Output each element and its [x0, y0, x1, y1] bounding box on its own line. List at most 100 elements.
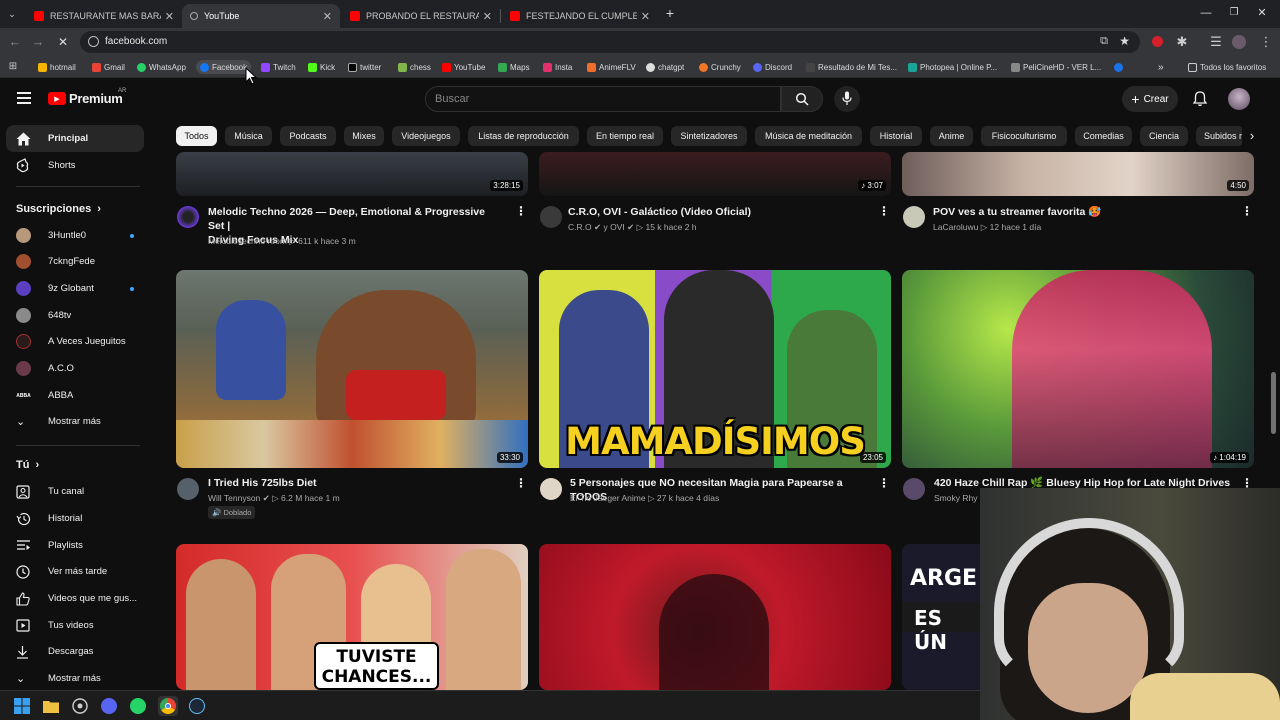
- sidebar-item-tu-canal[interactable]: Tu canal: [6, 478, 144, 505]
- close-icon[interactable]: ✕: [165, 10, 174, 23]
- chip-podcasts[interactable]: Podcasts: [280, 126, 336, 146]
- bookmark-gmail[interactable]: Gmail: [92, 60, 125, 74]
- bookmark-maps[interactable]: Maps: [498, 60, 530, 74]
- chip-listas[interactable]: Listas de reproducción: [468, 126, 579, 146]
- window-close-icon[interactable]: ✕: [1254, 5, 1270, 21]
- video-thumbnail[interactable]: 3:28:15: [176, 152, 528, 196]
- browser-tab-active[interactable]: YouTube ✕: [182, 4, 340, 28]
- bookmark-youtube[interactable]: YouTube: [442, 60, 485, 74]
- bookmark-extra[interactable]: [1114, 60, 1126, 74]
- whatsapp-icon[interactable]: [128, 696, 148, 716]
- subscription-item[interactable]: 648tv: [6, 302, 144, 329]
- more-actions-icon[interactable]: ⋮: [878, 476, 890, 490]
- chip-tiempo-real[interactable]: En tiempo real: [587, 126, 663, 146]
- app-icon[interactable]: [70, 696, 90, 716]
- video-thumbnail[interactable]: ♪ 1:04:19: [902, 270, 1254, 468]
- more-actions-icon[interactable]: ⋮: [878, 204, 890, 218]
- steam-icon[interactable]: [187, 696, 207, 716]
- page-scrollbar[interactable]: [1271, 372, 1276, 434]
- sidebar-item-shorts[interactable]: Shorts: [6, 152, 144, 179]
- apps-grid-icon[interactable]: ⊞: [5, 59, 21, 75]
- hamburger-menu-icon[interactable]: [17, 92, 31, 104]
- channel-avatar[interactable]: [177, 206, 199, 228]
- chip-ciencia[interactable]: Ciencia: [1140, 126, 1188, 146]
- sidebar-item-historial[interactable]: Historial: [6, 505, 144, 532]
- chip-videojuegos[interactable]: Videojuegos: [392, 126, 460, 146]
- chip-anime[interactable]: Anime: [930, 126, 973, 146]
- video-thumbnail[interactable]: [539, 544, 891, 690]
- video-thumbnail[interactable]: 4:50: [902, 152, 1254, 196]
- bookmark-photopea[interactable]: Photopea | Online P...: [908, 60, 997, 74]
- bookmark-discord[interactable]: Discord: [753, 60, 792, 74]
- sidebar-item-ver-mas-tarde[interactable]: Ver más tarde: [6, 558, 144, 585]
- windows-start-icon[interactable]: [12, 696, 32, 716]
- site-info-icon[interactable]: [88, 36, 99, 47]
- discord-icon[interactable]: [99, 696, 119, 716]
- close-icon[interactable]: ✕: [483, 10, 492, 23]
- channel-name[interactable]: Will Tennyson ✔: [208, 493, 270, 503]
- voice-search-button[interactable]: [834, 86, 860, 112]
- forward-icon[interactable]: →: [30, 34, 46, 50]
- search-input[interactable]: Buscar: [425, 86, 781, 112]
- sidebar-item-descargas[interactable]: Descargas: [6, 638, 144, 665]
- more-actions-icon[interactable]: ⋮: [515, 476, 527, 490]
- channel-name[interactable]: Smoky Rhy: [934, 493, 977, 503]
- channel-name[interactable]: C.R.O ✔ y OVI ✔: [568, 222, 634, 232]
- chips-next-arrow-icon[interactable]: ›: [1242, 126, 1262, 146]
- youtube-premium-logo[interactable]: ▶ Premium: [48, 91, 123, 106]
- subscription-item[interactable]: A Veces Jueguitos: [6, 328, 144, 355]
- search-button[interactable]: [781, 86, 823, 112]
- sidebar-item-tus-videos[interactable]: Tus videos: [6, 612, 144, 639]
- video-title[interactable]: I Tried His 725lbs Diet: [208, 476, 503, 490]
- back-icon[interactable]: ←: [7, 34, 23, 50]
- profile-avatar-icon[interactable]: [1232, 35, 1246, 49]
- browser-tab[interactable]: PROBANDO EL RESTAURANTE ✕: [342, 4, 500, 28]
- video-title[interactable]: C.R.O, OVI - Galáctico (Video Oficial): [568, 205, 868, 219]
- bookmark-twitter[interactable]: twitter: [348, 60, 381, 74]
- subscriptions-header[interactable]: Suscripciones ›: [16, 203, 101, 215]
- bookmark-star-icon[interactable]: ★: [1119, 34, 1130, 48]
- browser-menu-icon[interactable]: ⋮: [1258, 34, 1274, 50]
- file-explorer-icon[interactable]: [41, 696, 61, 716]
- bookmark-animeflv[interactable]: AnimeFLV: [587, 60, 636, 74]
- chip-historial[interactable]: Historial: [870, 126, 922, 146]
- extension-icon[interactable]: [1152, 36, 1163, 47]
- chip-mixes[interactable]: Mixes: [344, 126, 384, 146]
- bookmark-whatsapp[interactable]: WhatsApp: [137, 60, 186, 74]
- more-actions-icon[interactable]: ⋮: [1241, 204, 1253, 218]
- more-actions-icon[interactable]: ⋮: [515, 204, 527, 218]
- subscription-item[interactable]: ABBA ABBA: [6, 382, 144, 409]
- chip-sintetizadores[interactable]: Sintetizadores: [671, 126, 747, 146]
- browser-tab[interactable]: FESTEJANDO EL CUMPLEAÑOS ✕: [502, 4, 658, 28]
- install-app-icon[interactable]: ⧉: [1100, 35, 1108, 48]
- close-icon[interactable]: ✕: [323, 10, 332, 23]
- all-favorites[interactable]: Todos los favoritos: [1188, 60, 1266, 74]
- channel-avatar[interactable]: [540, 478, 562, 500]
- video-thumbnail[interactable]: ARGE ES ÚN: [902, 544, 980, 690]
- chip-subidos[interactable]: Subidos r: [1196, 126, 1244, 146]
- bookmark-resultado[interactable]: Resultado de Mi Tes...: [806, 60, 897, 74]
- subscription-item[interactable]: 7ckngFede: [6, 248, 144, 275]
- bookmark-pelicinehd[interactable]: PeliCineHD - VER L...: [1011, 60, 1101, 74]
- sidebar-item-playlists[interactable]: Playlists: [6, 532, 144, 559]
- subscription-item[interactable]: A.C.O: [6, 355, 144, 382]
- chip-comedias[interactable]: Comedias: [1075, 126, 1132, 146]
- minimize-icon[interactable]: —: [1198, 5, 1214, 21]
- video-thumbnail[interactable]: 33:30: [176, 270, 528, 468]
- bookmark-chess[interactable]: chess: [398, 60, 431, 74]
- channel-name[interactable]: LaCaroluwu: [933, 222, 978, 232]
- close-icon[interactable]: ✕: [641, 10, 650, 23]
- bookmark-crunchy[interactable]: Crunchy: [699, 60, 741, 74]
- chip-musica[interactable]: Música: [225, 126, 272, 146]
- bookmark-twitch[interactable]: Twitch: [261, 60, 296, 74]
- chrome-icon[interactable]: [158, 696, 178, 716]
- chip-todos[interactable]: Todos: [176, 126, 217, 146]
- chip-meditacion[interactable]: Música de meditación: [755, 126, 862, 146]
- bookmark-insta[interactable]: Insta: [543, 60, 572, 74]
- bookmark-chatgpt[interactable]: chatgpt: [646, 60, 684, 74]
- browser-tab[interactable]: RESTAURANTE MAS BARATO vs ✕: [26, 4, 182, 28]
- video-thumbnail[interactable]: TUVISTE CHANCES...: [176, 544, 528, 690]
- video-thumbnail[interactable]: MAMADÍSIMOS 23:05: [539, 270, 891, 468]
- sidebar-item-videos-que-me-gustan[interactable]: Videos que me gus...: [6, 585, 144, 612]
- more-bookmarks-icon[interactable]: »: [1158, 60, 1164, 74]
